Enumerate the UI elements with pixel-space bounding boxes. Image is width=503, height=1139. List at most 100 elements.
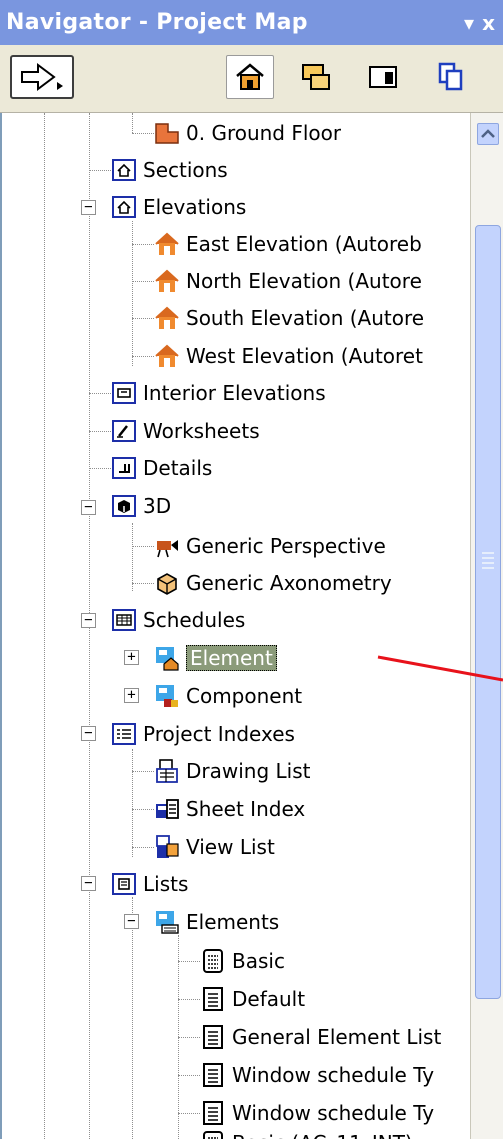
expand-icon[interactable]: +: [124, 650, 139, 665]
tree-guide-line: [132, 749, 133, 857]
tree-item-elevations[interactable]: Elevations: [111, 189, 246, 225]
tree-item-north-elevation[interactable]: North Elevation (Autore: [154, 263, 422, 299]
document-icon: [203, 1063, 223, 1087]
document-icon: [203, 949, 223, 973]
worksheet-icon: [112, 420, 136, 442]
tree-item-3d[interactable]: 3D: [111, 488, 171, 524]
tree-connector: [178, 1075, 200, 1076]
layout-book-icon: [369, 66, 397, 88]
tree-connector: [132, 546, 154, 547]
tree-item-label: Generic Axonometry: [186, 571, 392, 595]
collapse-icon[interactable]: −: [81, 876, 96, 891]
tree-item-label: 3D: [143, 494, 172, 518]
tree-item-west-elevation[interactable]: West Elevation (Autoret: [154, 338, 423, 374]
tree-item-label: Project Indexes: [143, 722, 295, 746]
navigator-toolbar: [0, 45, 503, 113]
tree-item-element[interactable]: Element: [154, 640, 277, 676]
tree-guide-line: [132, 221, 133, 366]
view-map-button[interactable]: [296, 55, 336, 99]
tree-item-label: 0. Ground Floor: [186, 121, 342, 145]
tree-connector: [132, 281, 154, 282]
tree-item-label: Generic Perspective: [186, 534, 386, 558]
tree-item-label: East Elevation (Autoreb: [186, 232, 422, 256]
collapse-icon[interactable]: −: [81, 726, 96, 741]
tree-connector: [132, 583, 154, 584]
navigator-menu-button[interactable]: [10, 55, 74, 99]
close-icon[interactable]: x: [482, 11, 495, 35]
sheet-index-icon: [156, 799, 179, 819]
tree-guide-line: [132, 113, 133, 133]
tree-connector: [132, 847, 154, 848]
tree-connector: [132, 244, 154, 245]
scroll-thumb[interactable]: [475, 225, 501, 999]
tree-item-details[interactable]: Details: [111, 450, 212, 486]
3d-icon: [112, 495, 136, 517]
tree-item-default[interactable]: Default: [200, 981, 305, 1017]
interior-elevation-icon: [112, 382, 136, 404]
tree-item-ground-floor[interactable]: 0. Ground Floor: [154, 115, 341, 151]
tree-item-label: General Element List: [232, 1025, 442, 1049]
collapse-icon[interactable]: −: [124, 914, 139, 929]
tree-item-label: Sections: [143, 158, 228, 182]
tree-item-label: Basic: [232, 949, 285, 973]
tree-item-label: Lists: [143, 872, 189, 896]
tree-item-sheet-index[interactable]: Sheet Index: [154, 791, 305, 827]
scroll-up-button[interactable]: [477, 123, 499, 145]
tree-item-label: Window schedule Ty: [232, 1063, 435, 1087]
elevation-view-icon: [155, 344, 179, 367]
project-map-tree[interactable]: − − − + + − − − 0. Ground Floor Sections…: [0, 113, 470, 1139]
expand-icon[interactable]: +: [124, 688, 139, 703]
layout-book-button[interactable]: [363, 55, 403, 99]
document-icon: [203, 1131, 223, 1139]
tree-connector: [178, 1113, 200, 1114]
collapse-icon[interactable]: −: [81, 200, 96, 215]
tree-item-label: Component: [186, 684, 303, 708]
tree-item-project-indexes[interactable]: Project Indexes: [111, 716, 295, 752]
chevron-up-icon: [481, 129, 495, 138]
collapse-icon[interactable]: −: [81, 613, 96, 628]
tree-item-east-elevation[interactable]: East Elevation (Autoreb: [154, 226, 422, 262]
palette-menu-icon[interactable]: ▾: [464, 11, 474, 35]
tree-item-generic-perspective[interactable]: Generic Perspective: [154, 528, 386, 564]
tree-item-interior-elevations[interactable]: Interior Elevations: [111, 375, 326, 411]
tree-item-lists[interactable]: Lists: [111, 866, 188, 902]
tree-item-label: West Elevation (Autoret: [186, 344, 423, 368]
tree-item-basic-ac11[interactable]: Basic (AC_11_INT): [200, 1125, 413, 1139]
project-index-icon: [112, 723, 136, 745]
tree-item-drawing-list[interactable]: Drawing List: [154, 753, 310, 789]
tree-connector: [132, 133, 154, 134]
document-icon: [203, 1025, 223, 1049]
tree-connector: [132, 356, 154, 357]
palette-titlebar[interactable]: Navigator - Project Map ▾ x: [0, 0, 503, 45]
tree-item-label: South Elevation (Autore: [186, 306, 425, 330]
tree-item-label: Drawing List: [186, 759, 311, 783]
tree-item-schedules[interactable]: Schedules: [111, 602, 245, 638]
tree-item-window-schedule-1[interactable]: Window schedule Ty: [200, 1057, 434, 1093]
project-map-button[interactable]: [226, 55, 274, 99]
tree-item-label: Default: [232, 987, 306, 1011]
detail-icon: [112, 457, 136, 479]
tree-item-component[interactable]: Component: [154, 678, 302, 714]
collapse-icon[interactable]: −: [81, 500, 96, 515]
scroll-grip: [482, 567, 494, 569]
vertical-scrollbar[interactable]: [470, 113, 503, 1139]
document-icon: [203, 987, 223, 1011]
tree-item-general-element-list[interactable]: General Element List: [200, 1019, 441, 1055]
tree-item-label: Basic (AC_11_INT): [232, 1131, 413, 1139]
tree-connector: [178, 1037, 200, 1038]
tree-item-generic-axonometry[interactable]: Generic Axonometry: [154, 565, 392, 601]
tree-item-elements[interactable]: Elements: [154, 904, 279, 940]
tree-item-basic[interactable]: Basic: [200, 943, 285, 979]
tree-item-worksheets[interactable]: Worksheets: [111, 413, 260, 449]
tree-item-south-elevation[interactable]: South Elevation (Autore: [154, 300, 424, 336]
tree-item-label: View List: [186, 835, 275, 859]
tree-item-label: Worksheets: [143, 419, 260, 443]
tree-guide-line: [132, 897, 133, 1139]
tree-item-label: North Elevation (Autore: [186, 269, 422, 293]
tree-connector: [132, 809, 154, 810]
publisher-sets-button[interactable]: [430, 55, 470, 99]
tree-item-sections[interactable]: Sections: [111, 152, 228, 188]
document-icon: [203, 1101, 223, 1125]
tree-item-view-list[interactable]: View List: [154, 829, 275, 865]
elevation-icon: [112, 196, 136, 218]
